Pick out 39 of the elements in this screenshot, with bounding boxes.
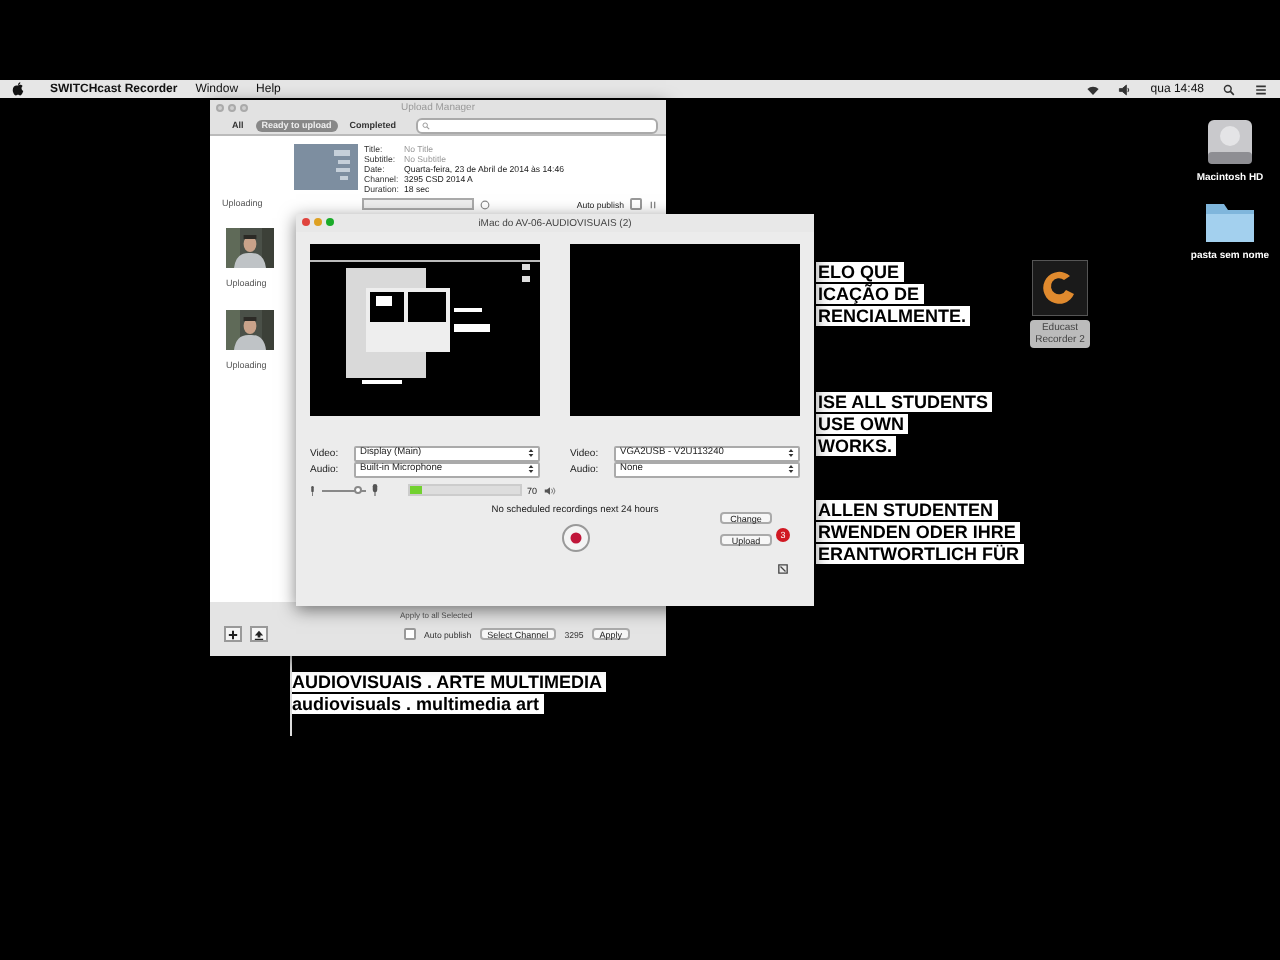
volume-icon[interactable] — [1118, 83, 1133, 95]
caption-text: AUDIOVISUAIS . ARTE MULTIMEDIA — [290, 672, 606, 692]
add-button[interactable] — [224, 626, 242, 642]
close-button[interactable] — [302, 218, 310, 226]
desktop-text: ICAÇÃO DE — [816, 284, 924, 304]
apple-icon[interactable] — [12, 82, 24, 96]
level-meter — [407, 484, 521, 496]
desktop-text: RWENDEN ODER IHRE — [816, 522, 1020, 542]
caption-text: audiovisuals . multimedia art — [290, 694, 544, 714]
spinner-icon — [480, 199, 490, 209]
wifi-icon[interactable] — [1086, 83, 1101, 95]
search-field[interactable] — [416, 117, 658, 133]
app-icon[interactable] — [1032, 260, 1088, 316]
upload-button[interactable] — [250, 626, 268, 642]
list-icon[interactable] — [1254, 83, 1268, 95]
auto-publish-checkbox[interactable] — [404, 628, 416, 640]
plus-icon — [228, 629, 238, 639]
record-button[interactable] — [561, 524, 589, 552]
desktop-text: WORKS. — [816, 436, 896, 456]
desktop-text: RENCIALMENTE. — [816, 306, 970, 326]
desktop-text: ISE ALL STUDENTS — [816, 392, 993, 412]
updown-icon — [528, 448, 534, 458]
speaker-icon — [543, 485, 556, 495]
desktop-text: ALLEN STUDENTEN — [816, 500, 997, 520]
desktop-text: USE OWN — [816, 414, 909, 434]
expand-icon[interactable] — [778, 564, 788, 574]
desktop-text: ELO QUE — [816, 262, 904, 282]
updown-icon — [788, 464, 794, 474]
pause-icon[interactable] — [648, 199, 658, 209]
desktop-text: ERANTWORTLICH FÜR — [816, 544, 1023, 564]
updown-icon — [528, 464, 534, 474]
hard-drive-icon[interactable] — [1202, 116, 1258, 168]
upload-icon — [254, 629, 264, 639]
microphone-icon — [371, 484, 377, 496]
microphone-icon — [310, 485, 315, 495]
auto-publish-checkbox[interactable] — [630, 198, 642, 210]
search-icon — [422, 121, 431, 129]
updown-icon — [788, 448, 794, 458]
search-icon[interactable] — [1222, 83, 1236, 95]
